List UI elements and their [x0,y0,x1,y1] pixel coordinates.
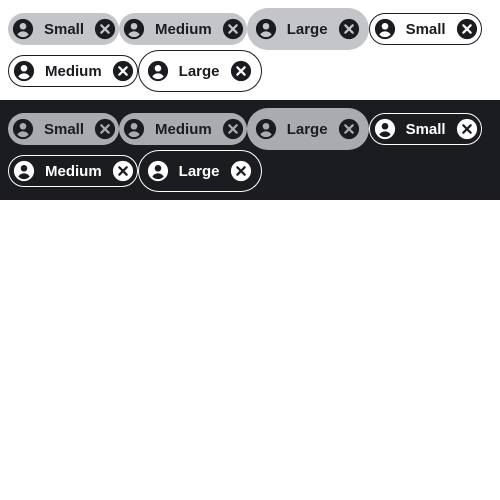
chip-outlined-large[interactable]: Large [137,150,262,192]
close-circle-icon[interactable] [230,60,252,82]
close-circle-icon[interactable] [112,160,134,182]
chip-label: Large [286,120,328,138]
dark-theme-section: Small Medium Large Small Medium Large [0,100,500,200]
person-icon [123,118,145,140]
chip-row-1: Small Medium Large Small [8,8,492,50]
chip-label: Large [178,162,220,180]
close-circle-icon[interactable] [338,18,360,40]
chip-label: Medium [45,62,102,80]
person-icon [12,118,34,140]
person-icon [12,18,34,40]
close-circle-icon[interactable] [456,18,478,40]
chip-label: Medium [155,20,212,38]
person-icon [13,160,35,182]
chip-row-2: Medium Large [8,50,492,92]
chip-outlined-large[interactable]: Large [137,50,262,92]
chip-label: Medium [45,162,102,180]
close-circle-icon[interactable] [222,18,244,40]
chip-row-2: Medium Large [8,150,492,192]
chip-label: Medium [155,120,212,138]
chip-filled-small[interactable]: Small [8,113,120,145]
person-icon [374,118,396,140]
close-circle-icon[interactable] [230,160,252,182]
person-icon [147,60,169,82]
person-icon [13,60,35,82]
chip-outlined-medium[interactable]: Medium [8,55,138,87]
close-circle-icon[interactable] [456,118,478,140]
chip-label: Small [405,120,446,138]
chip-filled-medium[interactable]: Medium [119,113,247,145]
person-icon [255,18,277,40]
chip-outlined-small[interactable]: Small [368,113,482,145]
close-circle-icon[interactable] [338,118,360,140]
close-circle-icon[interactable] [94,118,116,140]
person-icon [147,160,169,182]
chip-label: Small [44,20,85,38]
chip-filled-large[interactable]: Large [246,108,369,150]
chip-outlined-small[interactable]: Small [368,13,482,45]
chip-outlined-medium[interactable]: Medium [8,155,138,187]
chip-label: Small [44,120,85,138]
chip-label: Large [286,20,328,38]
chip-row-1: Small Medium Large Small [8,108,492,150]
close-circle-icon[interactable] [94,18,116,40]
close-circle-icon[interactable] [222,118,244,140]
chip-showcase: Small Medium Large Small Medium Large Sm… [0,0,500,200]
chip-filled-medium[interactable]: Medium [119,13,247,45]
light-theme-section: Small Medium Large Small Medium Large [0,0,500,100]
chip-label: Large [178,62,220,80]
person-icon [374,18,396,40]
person-icon [255,118,277,140]
close-circle-icon[interactable] [112,60,134,82]
chip-filled-large[interactable]: Large [246,8,369,50]
chip-filled-small[interactable]: Small [8,13,120,45]
person-icon [123,18,145,40]
chip-label: Small [405,20,446,38]
